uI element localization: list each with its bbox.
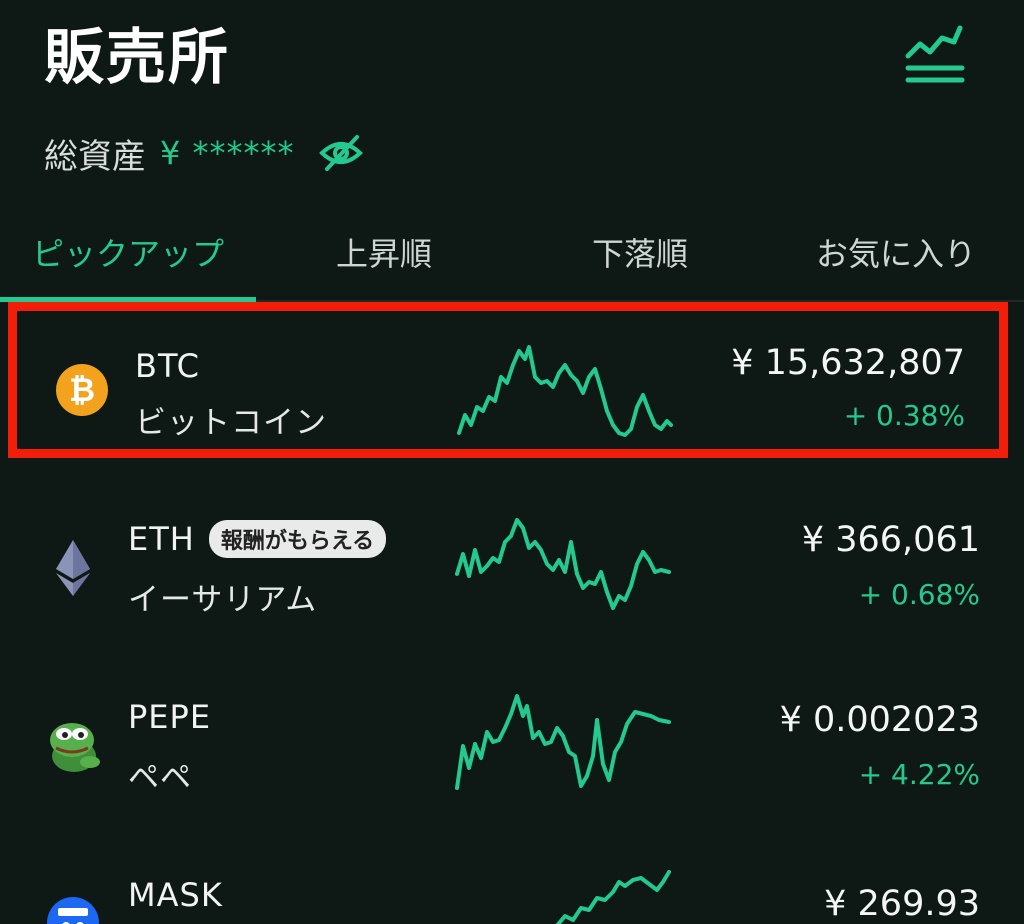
coin-symbol: ETH (128, 520, 195, 558)
sparkline-chart (455, 694, 671, 790)
tab-pickup[interactable]: ピックアップ (0, 205, 256, 298)
header: 販売所 (0, 0, 1024, 120)
tab-bar: ピックアップ 上昇順 下落順 お気に入り (0, 205, 1024, 302)
coin-change: + 0.68% (858, 578, 980, 611)
eye-off-icon[interactable] (318, 133, 363, 173)
coin-row-btc[interactable]: ₿ BTC ビットコイン ¥ 15,632,807 + 0.38% (8, 302, 1008, 458)
chart-view-icon[interactable] (900, 22, 970, 92)
tab-rising[interactable]: 上昇順 (256, 205, 512, 298)
tab-favorites[interactable]: お気に入り (768, 205, 1024, 298)
coin-row-pepe[interactable]: PEPE ペペ ¥ 0.002023 + 4.22% (0, 658, 1024, 836)
coin-price: ¥ 269.93 (824, 884, 980, 924)
coin-name: イーサリアム (128, 582, 318, 618)
coin-price: ¥ 15,632,807 (731, 343, 965, 383)
total-assets: 総資産 ¥ ****** (44, 128, 363, 178)
coin-symbol: PEPE (128, 698, 212, 736)
coin-name: ペペ (128, 760, 192, 796)
coin-symbol: BTC (135, 347, 200, 385)
total-assets-value: ¥ ****** (160, 134, 295, 172)
coin-symbol: MASK (128, 876, 223, 914)
coin-change: + 4.22% (858, 758, 980, 791)
coin-row-mask[interactable]: MASK ¥ 269.93 (0, 836, 1024, 924)
app-root: 販売所 総資産 ¥ ****** ピックアップ 上昇順 下落順 お気に入り ₿ … (0, 0, 1024, 924)
coin-price: ¥ 366,061 (801, 520, 980, 560)
sparkline-chart (457, 345, 673, 437)
coin-change: + 0.38% (843, 399, 965, 432)
ethereum-icon (46, 538, 100, 596)
reward-badge: 報酬がもらえる (208, 520, 387, 558)
sparkline-chart (555, 870, 671, 924)
pepe-frog-icon (44, 716, 104, 776)
sparkline-chart (455, 518, 671, 610)
page-title: 販売所 (44, 23, 230, 93)
mask-icon (46, 896, 100, 924)
coin-price: ¥ 0.002023 (779, 700, 980, 740)
tab-falling[interactable]: 下落順 (512, 205, 768, 298)
coin-name: ビットコイン (135, 405, 327, 441)
coin-row-eth[interactable]: ETH 報酬がもらえる イーサリアム ¥ 366,061 + 0.68% (0, 480, 1024, 658)
bitcoin-icon: ₿ (55, 363, 109, 417)
svg-text:₿: ₿ (69, 371, 95, 409)
total-assets-label: 総資産 (44, 136, 146, 177)
